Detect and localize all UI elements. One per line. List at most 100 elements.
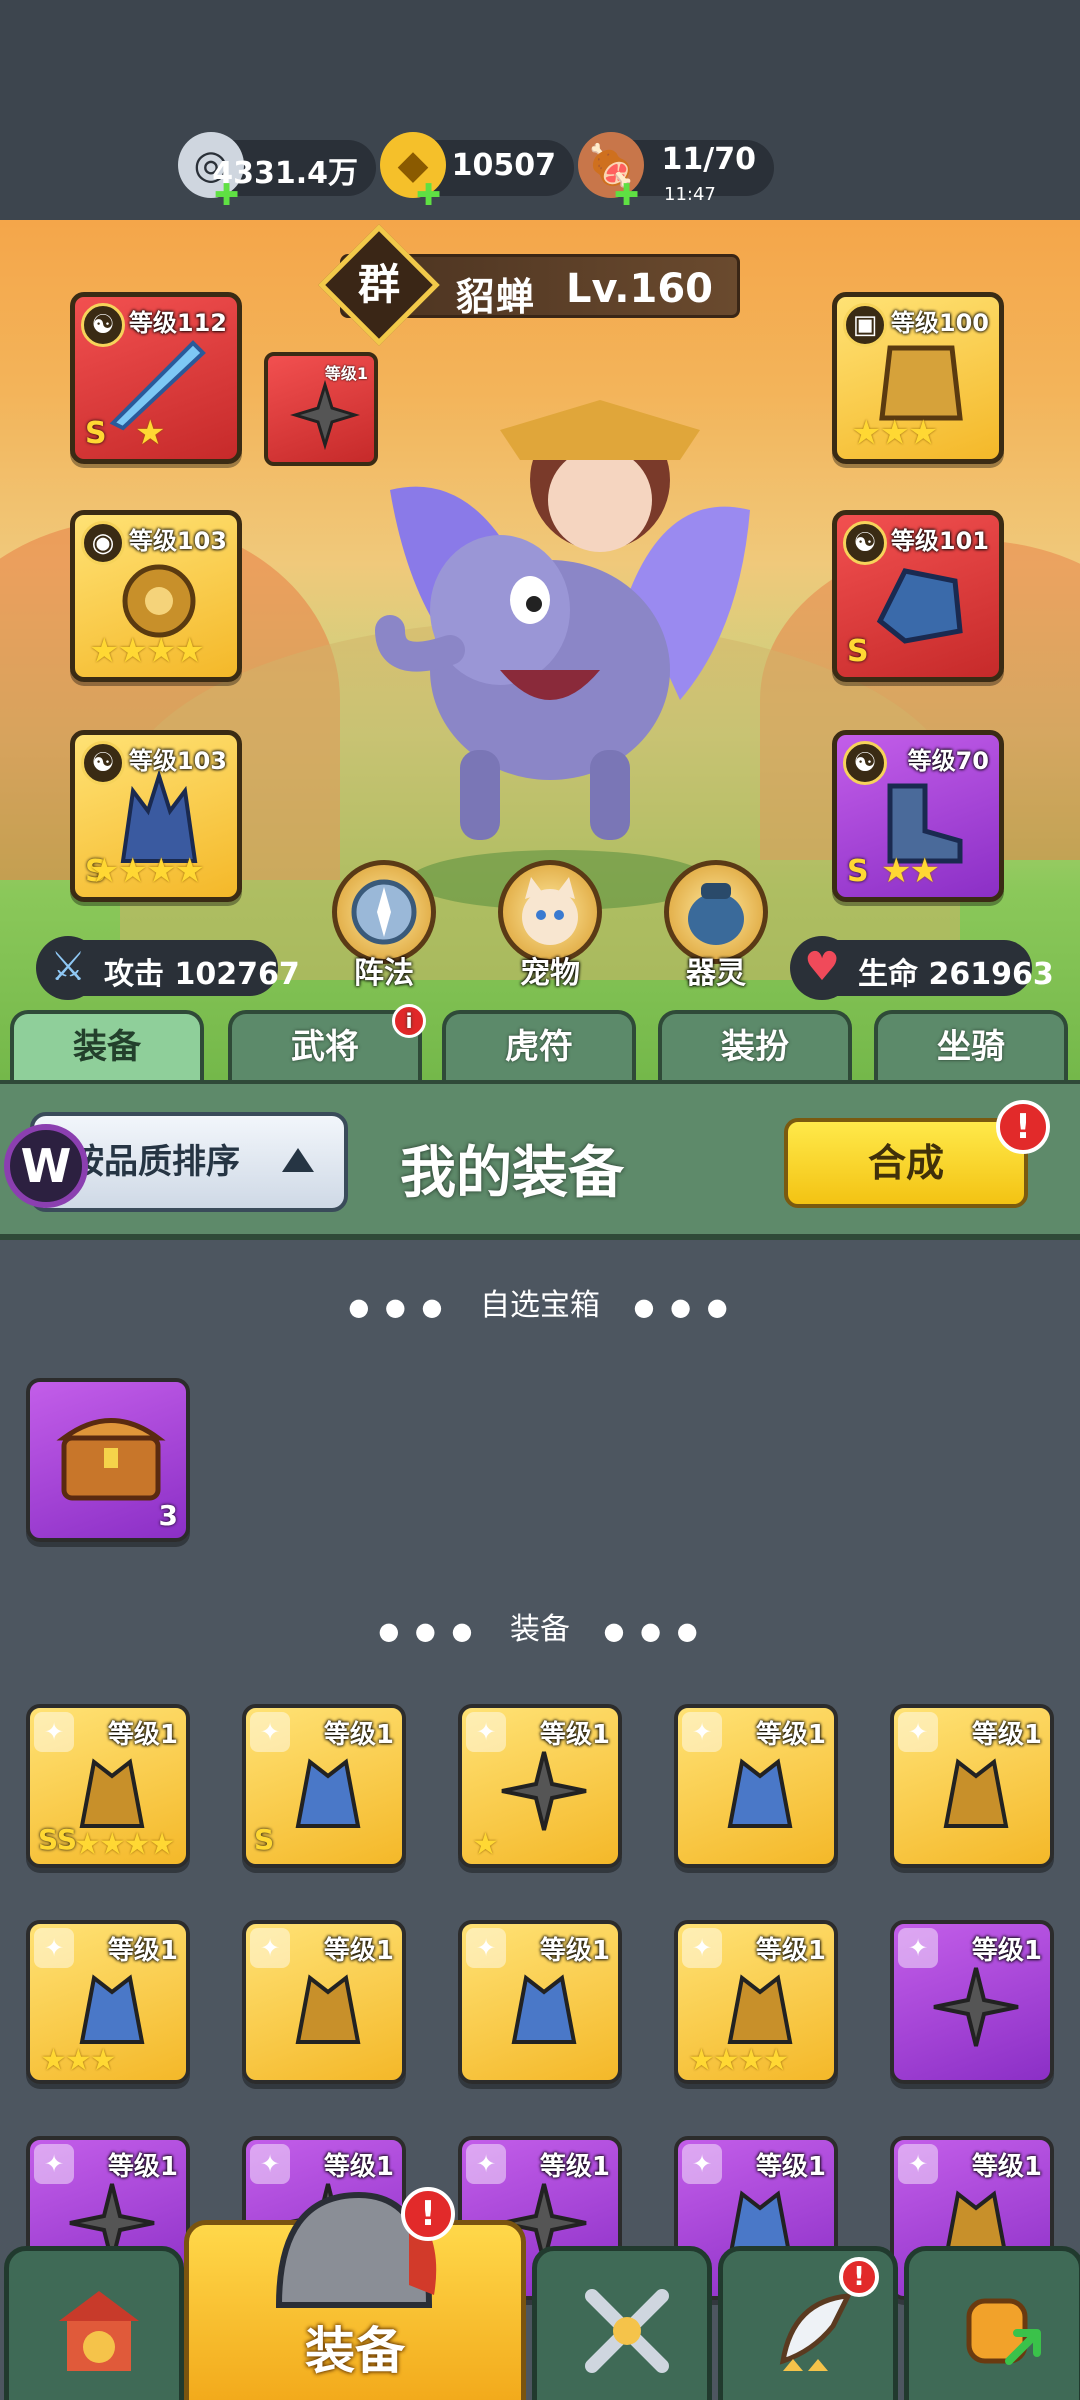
panel-title: 我的装备: [400, 1141, 624, 1206]
bottom-nav: 装备 ! !: [0, 2187, 1080, 2400]
dots-right-icon: ● ● ●: [603, 1617, 702, 1645]
chest-section-header: ● ● ● 自选宝箱 ● ● ●: [0, 1280, 1080, 1324]
game-screen: ◎ 4331.4万 ✚ ◆ 10507 ✚ 🍖 11/70 11:47 ✚ 群 …: [0, 0, 1080, 2400]
armor-slot[interactable]: ▣ 等级100 ★★★: [832, 292, 1004, 464]
hero-character[interactable]: [350, 370, 770, 930]
gate-icon: [59, 2291, 139, 2371]
synthesize-button[interactable]: 合成: [784, 1118, 1028, 1208]
item-level: 等级1: [107, 1936, 178, 1966]
item-level: 等级1: [755, 2152, 826, 2182]
item-level: 等级1: [323, 1936, 394, 1966]
spirit-jar-icon: [688, 883, 744, 945]
item-level: 等级1: [323, 1720, 394, 1750]
pet-label: 宠物: [520, 956, 580, 991]
fancy-boots-icon: [727, 1974, 793, 2044]
item-level: 等级1: [539, 2152, 610, 2182]
tab-label: 武将: [291, 1027, 359, 1067]
gold-resource[interactable]: ◆ 10507 ✚: [380, 132, 574, 213]
boots-slot[interactable]: ☯ 等级70 S ★★: [832, 730, 1004, 902]
inventory-item[interactable]: ✦ 等级1 SS ★★★★: [26, 1704, 190, 1868]
tab-generals[interactable]: 武将 i: [228, 1004, 426, 1084]
equipment-tabs: 装备 武将 i 虎符 装扮 坐骑: [0, 1004, 1080, 1084]
exclamation-alert-icon: !: [996, 1100, 1050, 1154]
chest-section-title: 自选宝箱: [480, 1288, 600, 1323]
tab-equipment[interactable]: 装备: [10, 1010, 204, 1084]
shuriken-icon: [290, 380, 360, 450]
item-type-icon: ✦: [466, 2144, 506, 2184]
inventory-item[interactable]: ✦ 等级1 ★★★: [26, 1920, 190, 2084]
item-type-icon: ✦: [34, 2144, 74, 2184]
helmet-slot[interactable]: ☯ 等级103 S ★★★★: [70, 730, 242, 902]
slot-grade: S: [847, 634, 869, 669]
shuriken-icon: [933, 1967, 1019, 2047]
nav-equipment-button[interactable]: 装备 !: [184, 2187, 526, 2400]
dots-left-icon: ● ● ●: [378, 1617, 477, 1645]
hp-value: 生命 261963: [858, 957, 1054, 992]
stamina-value: 11/70: [661, 142, 756, 177]
inventory-item[interactable]: ✦ 等级1: [890, 1920, 1054, 2084]
gold-value: 10507: [451, 148, 556, 183]
compass-icon: [351, 879, 417, 945]
inventory-item[interactable]: ✦ 等级1: [458, 1920, 622, 2084]
inventory-item[interactable]: ✦ 等级1: [674, 1704, 838, 1868]
w-logo-icon: W: [4, 1124, 88, 1208]
crossed-swords-icon: [585, 2289, 669, 2373]
item-type-icon: ✦: [898, 1928, 938, 1968]
add-silver-icon[interactable]: ✚: [214, 178, 239, 213]
ice-gauntlet-icon: [876, 568, 963, 644]
item-type-icon: ✦: [466, 1928, 506, 1968]
item-grade: SS: [38, 1823, 78, 1856]
nav-city-button[interactable]: [4, 2246, 184, 2400]
gauntlet-slot[interactable]: ☯ 等级101 S: [832, 510, 1004, 682]
item-count: 3: [158, 1499, 178, 1532]
slot-stars: ★: [135, 413, 166, 453]
blue-armor-icon: [295, 1974, 361, 2044]
treasure-chest-icon: [56, 1418, 166, 1501]
dots-right-icon: ● ● ●: [633, 1293, 732, 1321]
weapon-slot[interactable]: ☯ 等级112 S ★: [70, 292, 242, 464]
inventory-item[interactable]: ✦ 等级1 ★: [458, 1704, 622, 1868]
hero-name: 貂蝉: [456, 275, 537, 319]
add-stamina-icon[interactable]: ✚: [614, 178, 639, 213]
accessory-slot[interactable]: 等级1: [264, 352, 378, 466]
tab-mount[interactable]: 坐骑: [874, 1010, 1068, 1084]
chest-item[interactable]: 3: [26, 1378, 190, 1542]
inventory-item[interactable]: ✦ 等级1 S: [242, 1704, 406, 1868]
tab-tiger-tally[interactable]: 虎符: [442, 1010, 636, 1084]
dots-left-icon: ● ● ●: [348, 1293, 447, 1321]
item-type-icon: ✦: [250, 1928, 290, 1968]
item-level: 等级1: [107, 1720, 178, 1750]
item-level: 等级1: [539, 1720, 610, 1750]
item-stars: ★★★: [40, 2043, 117, 2078]
item-type-icon: ✦: [250, 1712, 290, 1752]
item-level: 等级1: [539, 1936, 610, 1966]
info-alert-icon: i: [392, 1004, 426, 1038]
add-gold-icon[interactable]: ✚: [416, 178, 441, 213]
exclamation-alert-icon: !: [839, 2257, 879, 2297]
hero-scene: 群 貂蝉 Lv.160 ☯ 等级112 S ★ 等级1 ◉ 等级103 ★★★★…: [0, 220, 1080, 1080]
item-type-icon: ✦: [34, 1928, 74, 1968]
slot-grade: S: [847, 854, 869, 889]
item-level: 等级1: [107, 2152, 178, 2182]
tab-costume[interactable]: 装扮: [658, 1010, 852, 1084]
nav-upgrade-button[interactable]: [904, 2246, 1080, 2400]
hero-level: Lv.160: [566, 266, 713, 312]
nav-battle-button[interactable]: [532, 2246, 712, 2400]
nav-equipment-label: 装备: [305, 2322, 405, 2380]
amulet-slot[interactable]: ◉ 等级103 ★★★★: [70, 510, 242, 682]
slot-stars: ★★★★: [89, 631, 205, 671]
slot-stars: ★★★★: [89, 851, 205, 891]
silver-resource[interactable]: ◎ 4331.4万 ✚: [178, 132, 376, 213]
equip-section-header: ● ● ● 装备 ● ● ●: [0, 1604, 1080, 1648]
sword-icon: ⚔: [36, 936, 100, 1000]
inventory-item[interactable]: ✦ 等级1 ★★★★: [674, 1920, 838, 2084]
nav-shop-button[interactable]: !: [718, 2246, 898, 2400]
inventory-item[interactable]: ✦ 等级1: [242, 1920, 406, 2084]
inventory-item[interactable]: ✦ 等级1: [890, 1704, 1054, 1868]
stamina-resource[interactable]: 🍖 11/70 11:47 ✚: [578, 132, 774, 213]
item-type-icon: ✦: [898, 1712, 938, 1752]
slot-stars: ★★★: [851, 413, 938, 453]
attack-stat: ⚔ 攻击 102767: [36, 936, 300, 1000]
cat-icon: [522, 877, 578, 945]
exclamation-alert-icon: !: [401, 2187, 455, 2241]
